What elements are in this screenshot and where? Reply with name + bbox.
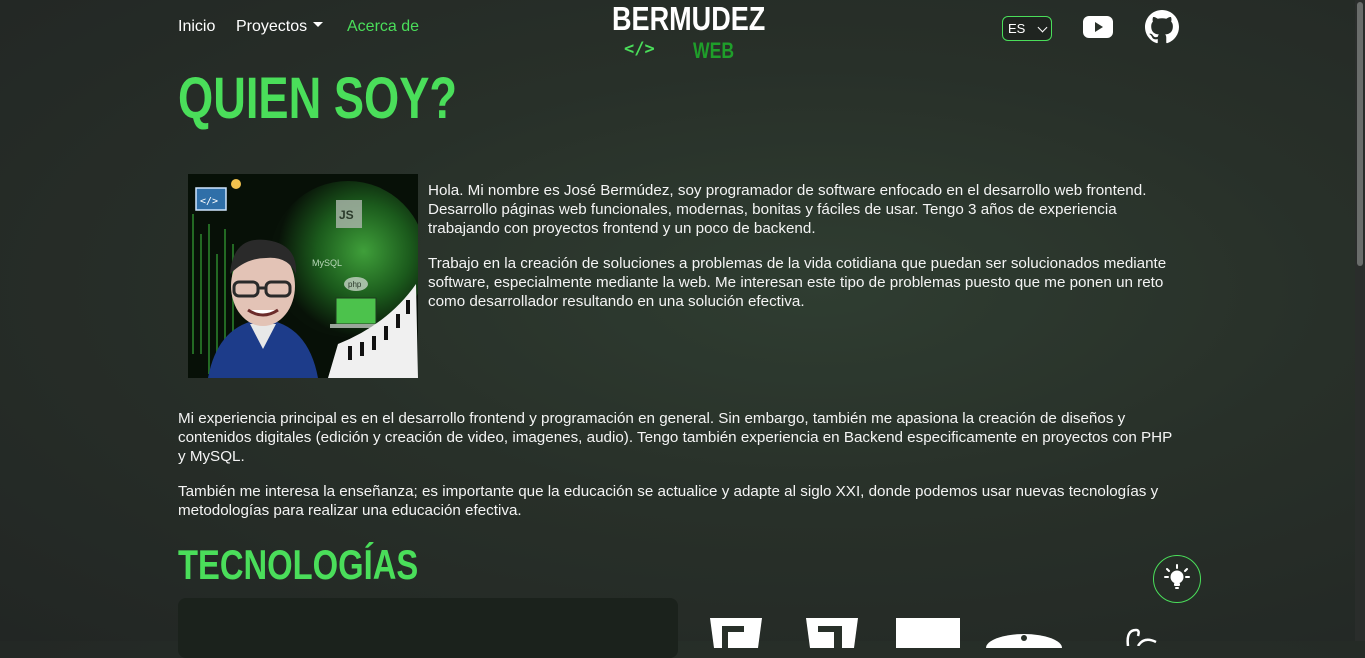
language-select[interactable]: ES xyxy=(1002,16,1052,41)
navbar: Inicio Proyectos Acerca de BERMUDEZ </> … xyxy=(0,0,1355,64)
chevron-down-icon xyxy=(313,22,324,28)
nav-link-proyectos[interactable]: Proyectos xyxy=(236,18,324,36)
language-value: ES xyxy=(1008,21,1026,36)
logo-code: </> xyxy=(624,39,655,59)
nav-link-inicio[interactable]: Inicio xyxy=(178,18,215,36)
javascript-icon xyxy=(896,618,960,653)
github-icon[interactable] xyxy=(1145,10,1179,49)
chevron-down-icon xyxy=(1037,22,1048,33)
nav-link-acerca[interactable]: Acerca de xyxy=(347,18,419,36)
about-work-text: Trabajo en la creación de soluciones a p… xyxy=(428,255,1167,310)
html5-icon xyxy=(708,618,764,653)
badge-php: php xyxy=(348,280,362,289)
sass-icon xyxy=(1120,626,1160,651)
page-title: QUIEN SOY? xyxy=(178,66,458,131)
css3-icon xyxy=(804,618,860,653)
lightbulb-icon xyxy=(1164,563,1190,595)
logo-web: WEB xyxy=(693,38,735,63)
about-teaching-text: También me interesa la enseñanza; es imp… xyxy=(178,483,1159,519)
technologies-panel xyxy=(178,598,678,658)
technologies-title: TECNOLOGÍAS xyxy=(178,541,419,588)
theme-toggle-button[interactable] xyxy=(1153,555,1201,603)
profile-illustration: </> JS MySQL php xyxy=(188,174,418,378)
about-intro-text: Hola. Mi nombre es José Bermúdez, soy pr… xyxy=(428,182,1147,237)
badge-mysql: MySQL xyxy=(312,258,342,268)
logo-text: BERMUDEZ xyxy=(612,0,766,37)
youtube-icon[interactable] xyxy=(1083,16,1113,43)
scrollbar-thumb[interactable] xyxy=(1357,2,1363,266)
nav-link-proyectos-label: Proyectos xyxy=(236,18,308,35)
profile-illustration-svg: </> JS MySQL php xyxy=(188,174,418,378)
svg-text:</>: </> xyxy=(200,196,218,207)
about-experience-text: Mi experiencia principal es en el desarr… xyxy=(178,410,1172,465)
site-logo[interactable]: BERMUDEZ </> WEB xyxy=(612,0,766,64)
scrollbar[interactable] xyxy=(1355,0,1365,641)
badge-js: JS xyxy=(339,208,354,222)
